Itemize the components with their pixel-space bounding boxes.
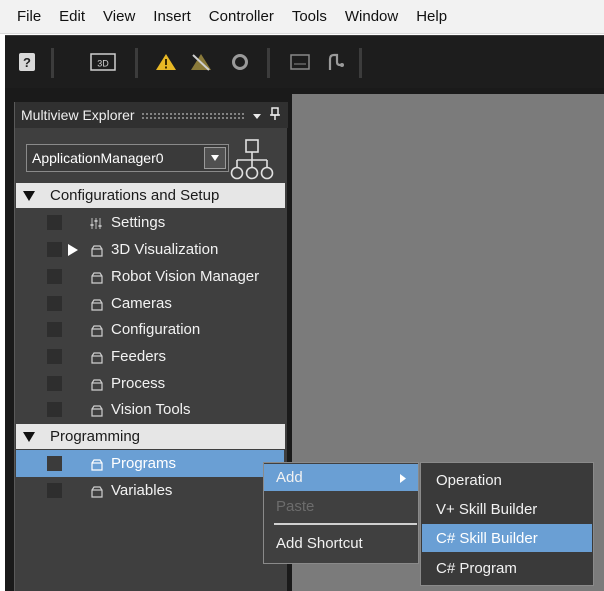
folder-icon: [91, 271, 103, 287]
menu-view[interactable]: View: [94, 0, 144, 34]
menu-controller[interactable]: Controller: [200, 0, 283, 34]
submenu-item-label: C# Program: [436, 559, 517, 577]
status-square: [47, 215, 62, 230]
help-icon[interactable]: ?: [14, 49, 40, 75]
menu-window[interactable]: Window: [336, 0, 407, 34]
submenu-item-label: Operation: [436, 471, 502, 489]
menu-file[interactable]: File: [0, 0, 50, 34]
menu-help[interactable]: Help: [407, 0, 456, 34]
pin-icon[interactable]: [270, 106, 280, 124]
status-square: [47, 322, 62, 337]
status-square: [47, 269, 62, 284]
tree-item-label: Programs: [111, 455, 177, 472]
submenu-item-label: C# Skill Builder: [436, 529, 538, 547]
folder-icon: [91, 485, 103, 501]
tree-item-label: 3D Visualization: [111, 241, 219, 258]
menu-edit[interactable]: Edit: [50, 0, 94, 34]
submenu-item-label: V+ Skill Builder: [436, 500, 538, 518]
expand-arrow-icon[interactable]: [68, 243, 78, 259]
tree-item-variables[interactable]: Variables: [28, 477, 298, 504]
section-configurations-and-setup[interactable]: Configurations and Setup: [16, 183, 285, 208]
collapse-triangle-icon[interactable]: [16, 431, 41, 442]
tree-item-3d-visualization[interactable]: 3D Visualization: [28, 236, 298, 263]
folder-icon: [91, 458, 103, 474]
tree-item-robot-vision-manager[interactable]: Robot Vision Manager: [28, 263, 298, 290]
collapse-triangle-icon[interactable]: [16, 190, 41, 201]
status-square: [47, 376, 62, 391]
tree-item-programs[interactable]: Programs: [16, 450, 284, 477]
context-menu-item-label: Add Shortcut: [276, 535, 363, 552]
tree-item-label: Variables: [111, 482, 173, 499]
menu-tools[interactable]: Tools: [283, 0, 336, 34]
submenu-v-plus-skill-builder[interactable]: V+ Skill Builder: [422, 495, 592, 523]
menu-insert[interactable]: Insert: [144, 0, 200, 34]
tree-item-label: Feeders: [111, 348, 167, 365]
monitor-icon[interactable]: [287, 49, 313, 75]
context-menu-add-shortcut[interactable]: Add Shortcut: [264, 530, 418, 557]
context-menu-paste[interactable]: Paste: [264, 493, 418, 520]
section-label: Configurations and Setup: [50, 187, 220, 204]
folder-icon: [91, 324, 103, 340]
section-label: Programming: [50, 428, 141, 445]
hierarchy-icon[interactable]: [229, 138, 275, 185]
status-square: [47, 296, 62, 311]
tree-item-label: Configuration: [111, 321, 201, 338]
application-selector[interactable]: ApplicationManager0: [26, 144, 229, 172]
folder-icon: [91, 378, 103, 394]
submenu-arrow-icon: [400, 470, 406, 486]
svg-text:3D: 3D: [97, 59, 109, 69]
explorer-title-bar: Multiview Explorer: [15, 102, 288, 128]
tree-item-vision-tools[interactable]: Vision Tools: [28, 396, 298, 423]
tree-item-label: Process: [111, 375, 166, 392]
application-selector-value: ApplicationManager0: [32, 150, 164, 166]
tree-item-label: Robot Vision Manager: [111, 268, 260, 285]
status-square: [47, 349, 62, 364]
svg-text:?: ?: [23, 55, 31, 70]
chevron-down-icon[interactable]: [204, 147, 226, 169]
tree-item-label: Settings: [111, 214, 166, 231]
tree-item-label: Cameras: [111, 295, 172, 312]
menu-divider: [274, 523, 417, 525]
submenu-operation[interactable]: Operation: [422, 466, 592, 494]
menu-bar: File Edit View Insert Controller Tools W…: [0, 0, 604, 34]
warning-off-icon[interactable]: [188, 49, 214, 75]
explorer-title: Multiview Explorer: [21, 107, 135, 123]
context-menu-item-label: Paste: [276, 498, 315, 515]
section-programming[interactable]: Programming: [16, 424, 285, 449]
context-menu-item-label: Add: [276, 469, 303, 486]
3d-view-icon[interactable]: 3D: [88, 49, 118, 75]
status-square: [47, 402, 62, 417]
settings-icon: [89, 216, 103, 233]
drag-grip[interactable]: [140, 111, 246, 119]
dropdown-arrow-icon[interactable]: [252, 107, 262, 123]
tree-item-settings[interactable]: Settings: [28, 209, 298, 236]
tree-item-process[interactable]: Process: [28, 370, 298, 397]
refresh-icon[interactable]: [227, 49, 253, 75]
warning-icon[interactable]: [153, 49, 179, 75]
submenu-csharp-program[interactable]: C# Program: [422, 554, 592, 582]
robot-arm-icon[interactable]: [323, 49, 349, 75]
folder-icon: [91, 244, 103, 260]
context-menu: Add Paste Add Shortcut: [263, 462, 419, 564]
folder-icon: [91, 404, 103, 420]
tree-item-cameras[interactable]: Cameras: [28, 290, 298, 317]
folder-icon: [91, 351, 103, 367]
folder-icon: [91, 298, 103, 314]
status-square: [47, 242, 62, 257]
tree-item-feeders[interactable]: Feeders: [28, 343, 298, 370]
tree-item-configuration[interactable]: Configuration: [28, 316, 298, 343]
toolbar: ? 3D: [5, 35, 604, 88]
tree-item-label: Vision Tools: [111, 401, 191, 418]
add-submenu: Operation V+ Skill Builder C# Skill Buil…: [420, 462, 594, 586]
status-square: [47, 483, 62, 498]
context-menu-add[interactable]: Add: [264, 464, 418, 491]
status-square: [47, 456, 62, 471]
submenu-csharp-skill-builder[interactable]: C# Skill Builder: [422, 524, 592, 552]
